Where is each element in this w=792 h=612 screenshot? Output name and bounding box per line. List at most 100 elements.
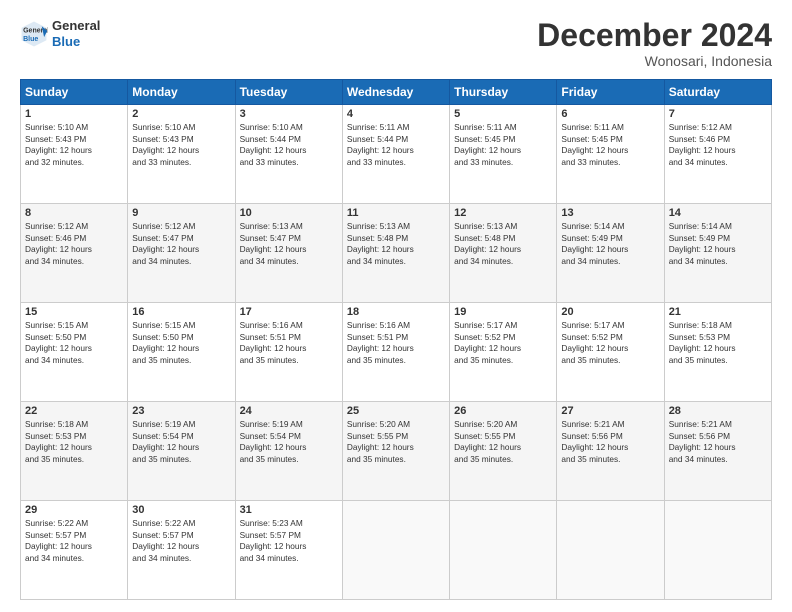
calendar-cell: 3 Sunrise: 5:10 AMSunset: 5:44 PMDaylight…	[235, 105, 342, 204]
cell-content: Sunrise: 5:18 AMSunset: 5:53 PMDaylight:…	[25, 419, 123, 465]
cell-content: Sunrise: 5:21 AMSunset: 5:56 PMDaylight:…	[669, 419, 767, 465]
day-number: 25	[347, 405, 445, 417]
calendar-cell: 13Sunrise: 5:14 AMSunset: 5:49 PMDayligh…	[557, 204, 664, 303]
calendar-cell: 11 Sunrise: 5:13 AMSunset: 5:48 PMDayligh…	[342, 204, 449, 303]
calendar-cell	[450, 501, 557, 600]
cell-content: Sunrise: 5:10 AMSunset: 5:44 PMDaylight:…	[240, 122, 338, 168]
cell-content: Sunrise: 5:23 AMSunset: 5:57 PMDaylight:…	[240, 518, 338, 564]
calendar-cell: 20Sunrise: 5:17 AMSunset: 5:52 PMDayligh…	[557, 303, 664, 402]
calendar-cell: 23 Sunrise: 5:19 AMSunset: 5:54 PMDayligh…	[128, 402, 235, 501]
day-header-saturday: Saturday	[664, 80, 771, 105]
day-number: 9	[132, 207, 230, 219]
calendar-cell: 18Sunrise: 5:16 AMSunset: 5:51 PMDayligh…	[342, 303, 449, 402]
svg-text:Blue: Blue	[23, 36, 38, 43]
day-number: 21	[669, 306, 767, 318]
cell-content: Sunrise: 5:18 AMSunset: 5:53 PMDaylight:…	[669, 320, 767, 366]
day-number: 22	[25, 405, 123, 417]
calendar-cell: 14 Sunrise: 5:14 AMSunset: 5:49 PMDayligh…	[664, 204, 771, 303]
cell-content: Sunrise: 5:22 AMSunset: 5:57 PMDaylight:…	[132, 518, 230, 564]
cell-content: Sunrise: 5:15 AMSunset: 5:50 PMDaylight:…	[25, 320, 123, 366]
calendar-week-3: 15 Sunrise: 5:15 AMSunset: 5:50 PMDayligh…	[21, 303, 772, 402]
calendar-week-2: 8 Sunrise: 5:12 AMSunset: 5:46 PMDaylight…	[21, 204, 772, 303]
calendar-cell: 22 Sunrise: 5:18 AMSunset: 5:53 PMDayligh…	[21, 402, 128, 501]
cell-content: Sunrise: 5:12 AMSunset: 5:46 PMDaylight:…	[669, 122, 767, 168]
calendar-cell: 27 Sunrise: 5:21 AMSunset: 5:56 PMDayligh…	[557, 402, 664, 501]
day-header-thursday: Thursday	[450, 80, 557, 105]
day-number: 12	[454, 207, 552, 219]
calendar-cell	[664, 501, 771, 600]
cell-content: Sunrise: 5:15 AMSunset: 5:50 PMDaylight:…	[132, 320, 230, 366]
day-number: 31	[240, 504, 338, 516]
cell-content: Sunrise: 5:22 AMSunset: 5:57 PMDaylight:…	[25, 518, 123, 564]
day-number: 17	[240, 306, 338, 318]
month-year: December 2024	[537, 18, 772, 53]
calendar-cell: 15 Sunrise: 5:15 AMSunset: 5:50 PMDayligh…	[21, 303, 128, 402]
day-number: 16	[132, 306, 230, 318]
day-number: 3	[240, 108, 338, 120]
calendar-cell: 9 Sunrise: 5:12 AMSunset: 5:47 PMDaylight…	[128, 204, 235, 303]
calendar-cell: 24 Sunrise: 5:19 AMSunset: 5:54 PMDayligh…	[235, 402, 342, 501]
cell-content: Sunrise: 5:14 AMSunset: 5:49 PMDaylight:…	[561, 221, 659, 267]
day-number: 24	[240, 405, 338, 417]
cell-content: Sunrise: 5:11 AMSunset: 5:44 PMDaylight:…	[347, 122, 445, 168]
cell-content: Sunrise: 5:13 AMSunset: 5:48 PMDaylight:…	[347, 221, 445, 267]
cell-content: Sunrise: 5:17 AMSunset: 5:52 PMDaylight:…	[454, 320, 552, 366]
cell-content: Sunrise: 5:13 AMSunset: 5:47 PMDaylight:…	[240, 221, 338, 267]
calendar-cell: 6 Sunrise: 5:11 AMSunset: 5:45 PMDaylight…	[557, 105, 664, 204]
cell-content: Sunrise: 5:12 AMSunset: 5:47 PMDaylight:…	[132, 221, 230, 267]
location: Wonosari, Indonesia	[537, 53, 772, 69]
day-number: 29	[25, 504, 123, 516]
calendar-table: SundayMondayTuesdayWednesdayThursdayFrid…	[20, 79, 772, 600]
calendar-cell: 16 Sunrise: 5:15 AMSunset: 5:50 PMDayligh…	[128, 303, 235, 402]
day-number: 11	[347, 207, 445, 219]
cell-content: Sunrise: 5:10 AMSunset: 5:43 PMDaylight:…	[132, 122, 230, 168]
day-number: 23	[132, 405, 230, 417]
calendar-cell: 2Sunrise: 5:10 AMSunset: 5:43 PMDaylight…	[128, 105, 235, 204]
calendar-cell: 28 Sunrise: 5:21 AMSunset: 5:56 PMDayligh…	[664, 402, 771, 501]
calendar-cell	[342, 501, 449, 600]
logo: General Blue General Blue	[20, 18, 100, 49]
day-number: 20	[561, 306, 659, 318]
day-number: 10	[240, 207, 338, 219]
calendar-cell: 17 Sunrise: 5:16 AMSunset: 5:51 PMDayligh…	[235, 303, 342, 402]
day-number: 30	[132, 504, 230, 516]
cell-content: Sunrise: 5:16 AMSunset: 5:51 PMDaylight:…	[347, 320, 445, 366]
calendar-cell: 21 Sunrise: 5:18 AMSunset: 5:53 PMDayligh…	[664, 303, 771, 402]
day-number: 4	[347, 108, 445, 120]
header: General Blue General Blue December 2024 …	[20, 18, 772, 69]
calendar-cell: 10 Sunrise: 5:13 AMSunset: 5:47 PMDayligh…	[235, 204, 342, 303]
cell-content: Sunrise: 5:19 AMSunset: 5:54 PMDaylight:…	[240, 419, 338, 465]
calendar-cell	[557, 501, 664, 600]
cell-content: Sunrise: 5:12 AMSunset: 5:46 PMDaylight:…	[25, 221, 123, 267]
day-number: 27	[561, 405, 659, 417]
day-number: 14	[669, 207, 767, 219]
cell-content: Sunrise: 5:13 AMSunset: 5:48 PMDaylight:…	[454, 221, 552, 267]
calendar-cell: 4 Sunrise: 5:11 AMSunset: 5:44 PMDaylight…	[342, 105, 449, 204]
title-block: December 2024 Wonosari, Indonesia	[537, 18, 772, 69]
calendar-cell: 5Sunrise: 5:11 AMSunset: 5:45 PMDaylight…	[450, 105, 557, 204]
page: General Blue General Blue December 2024 …	[0, 0, 792, 612]
logo-general-text: General	[52, 18, 100, 33]
day-number: 7	[669, 108, 767, 120]
day-number: 6	[561, 108, 659, 120]
cell-content: Sunrise: 5:10 AMSunset: 5:43 PMDaylight:…	[25, 122, 123, 168]
calendar-week-4: 22 Sunrise: 5:18 AMSunset: 5:53 PMDayligh…	[21, 402, 772, 501]
logo-blue-text: Blue	[52, 34, 80, 49]
cell-content: Sunrise: 5:16 AMSunset: 5:51 PMDaylight:…	[240, 320, 338, 366]
day-header-sunday: Sunday	[21, 80, 128, 105]
day-number: 19	[454, 306, 552, 318]
day-number: 15	[25, 306, 123, 318]
day-number: 28	[669, 405, 767, 417]
day-number: 1	[25, 108, 123, 120]
day-header-friday: Friday	[557, 80, 664, 105]
cell-content: Sunrise: 5:19 AMSunset: 5:54 PMDaylight:…	[132, 419, 230, 465]
cell-content: Sunrise: 5:11 AMSunset: 5:45 PMDaylight:…	[561, 122, 659, 168]
calendar-week-5: 29 Sunrise: 5:22 AMSunset: 5:57 PMDayligh…	[21, 501, 772, 600]
cell-content: Sunrise: 5:14 AMSunset: 5:49 PMDaylight:…	[669, 221, 767, 267]
logo-icon: General Blue	[20, 20, 48, 48]
cell-content: Sunrise: 5:21 AMSunset: 5:56 PMDaylight:…	[561, 419, 659, 465]
day-header-wednesday: Wednesday	[342, 80, 449, 105]
calendar-cell: 1 Sunrise: 5:10 AMSunset: 5:43 PMDaylight…	[21, 105, 128, 204]
day-number: 8	[25, 207, 123, 219]
calendar-header-row: SundayMondayTuesdayWednesdayThursdayFrid…	[21, 80, 772, 105]
